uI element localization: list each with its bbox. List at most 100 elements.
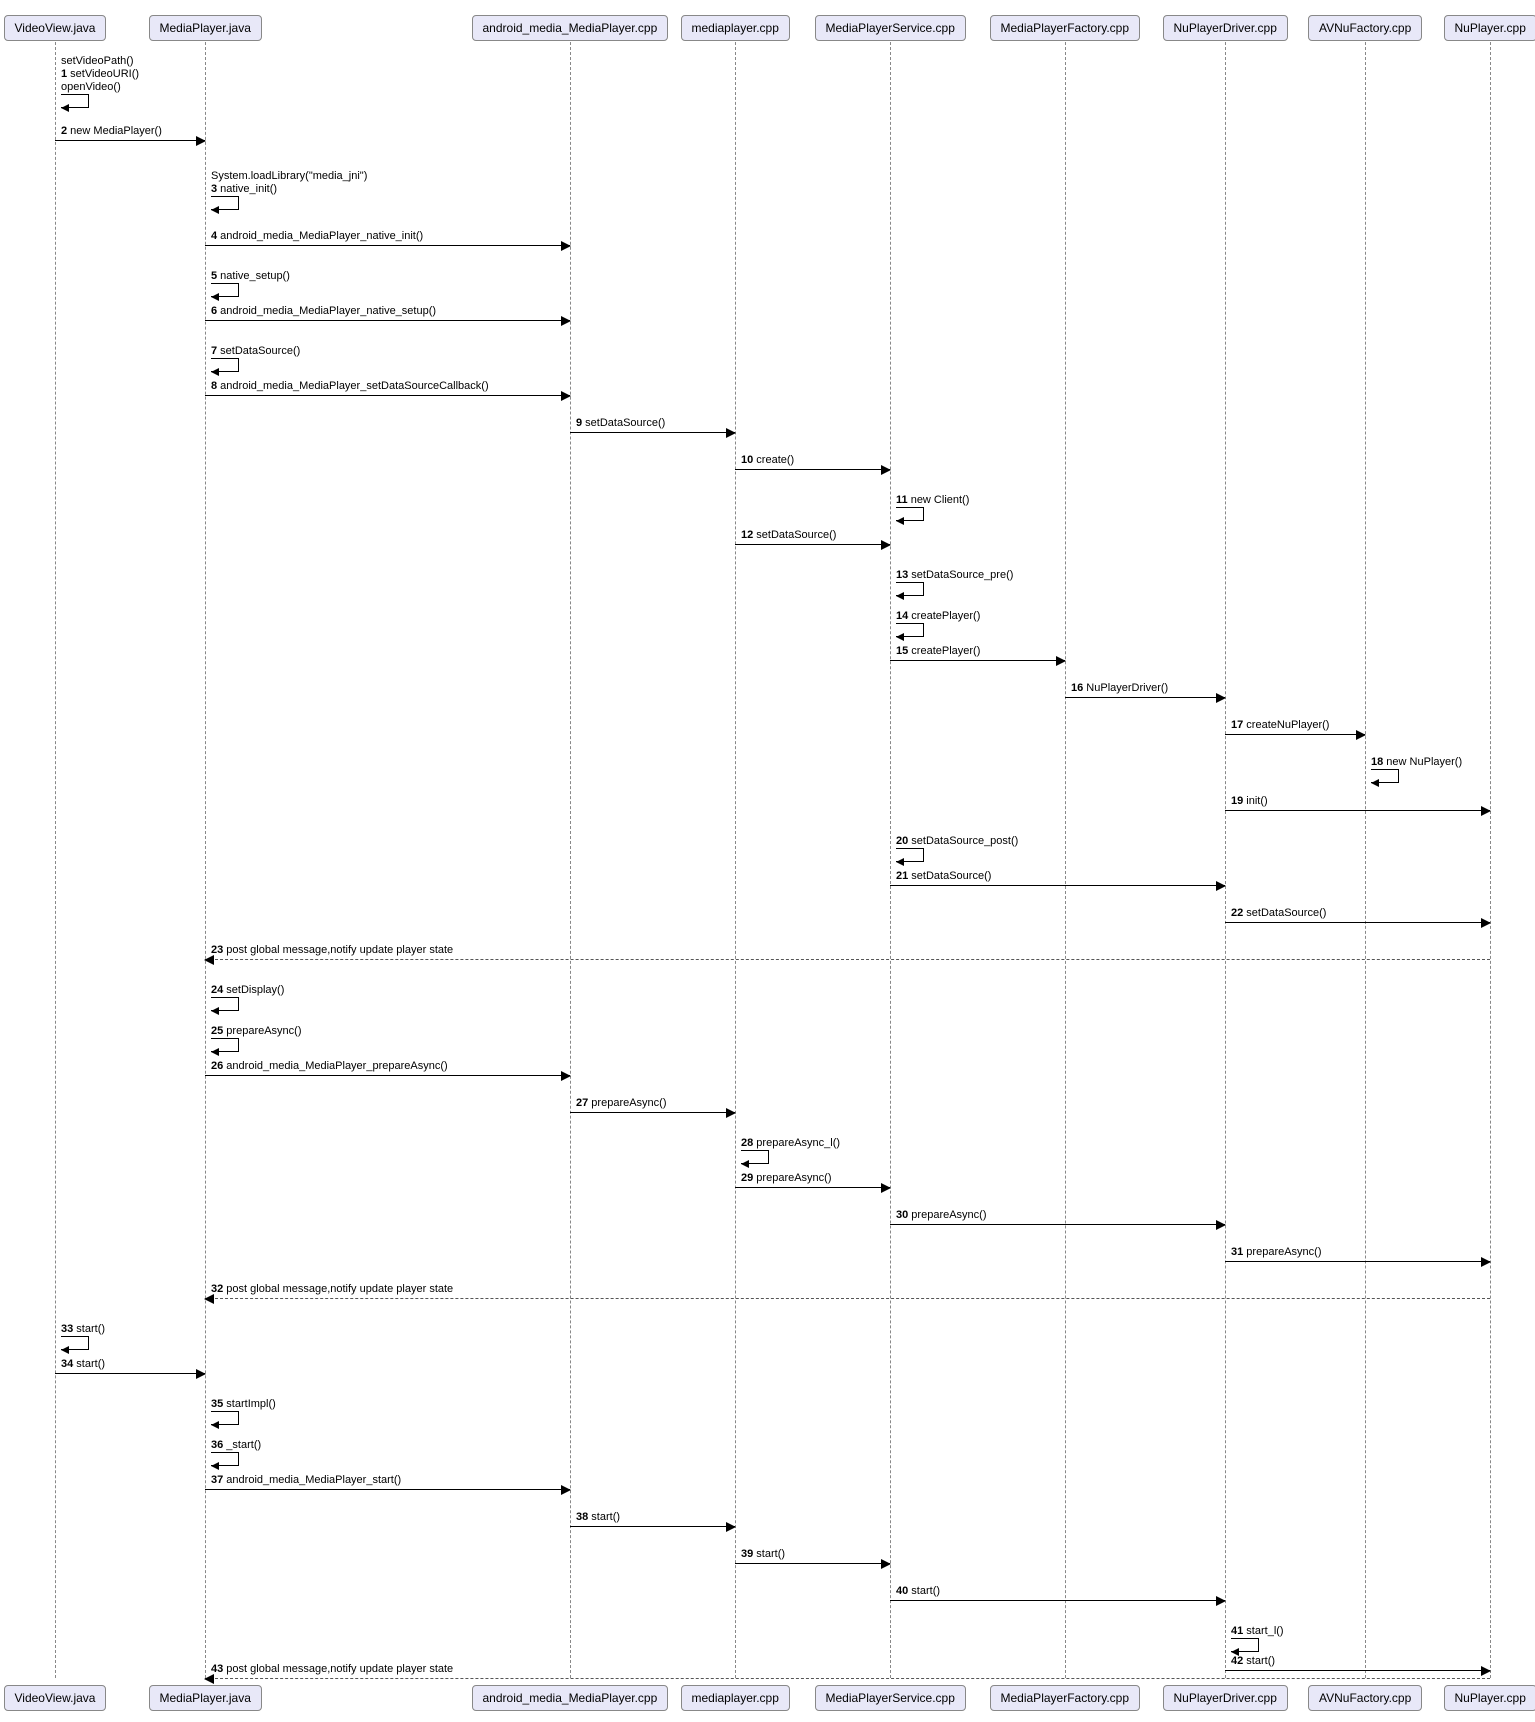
message-label: 38 start() (576, 1511, 620, 1523)
self-message: 24 setDisplay() (211, 984, 284, 1011)
message-label: 12 setDataSource() (741, 529, 836, 541)
arrow-line (205, 1678, 1490, 1679)
arrow-line (890, 885, 1225, 886)
lifeline (570, 42, 571, 1678)
message-label: 41 start_l() (1231, 1625, 1284, 1637)
arrow-head-icon (726, 428, 736, 438)
self-message: 5 native_setup() (211, 270, 290, 297)
lifeline (735, 42, 736, 1678)
sequence-diagram: VideoView.javaVideoView.javaMediaPlayer.… (0, 0, 1535, 1722)
message-label: 7 setDataSource() (211, 345, 300, 357)
message-label: 15 createPlayer() (896, 645, 980, 657)
message-label: 4 android_media_MediaPlayer_native_init(… (211, 230, 423, 242)
lifeline (890, 42, 891, 1678)
arrow-line (205, 395, 570, 396)
lifeline (1225, 42, 1226, 1678)
self-message: 28 prepareAsync_l() (741, 1137, 840, 1164)
message-label: 3 native_init() (211, 183, 367, 195)
self-arrow (1371, 769, 1399, 783)
self-message: 13 setDataSource_pre() (896, 569, 1013, 596)
message-label: setVideoPath() (61, 55, 139, 67)
message-label: 8 android_media_MediaPlayer_setDataSourc… (211, 380, 489, 392)
arrow-line (890, 660, 1065, 661)
message-label: 6 android_media_MediaPlayer_native_setup… (211, 305, 436, 317)
arrow-head-icon (561, 1485, 571, 1495)
arrow-head-icon (1481, 1257, 1491, 1267)
participant-box: MediaPlayer.java (149, 1685, 262, 1711)
message-label: 23 post global message,notify update pla… (211, 944, 453, 956)
self-arrow (896, 848, 924, 862)
arrow-head-icon (881, 540, 891, 550)
arrow-head-icon (1216, 881, 1226, 891)
self-message: 35 startImpl() (211, 1398, 276, 1425)
message-label: 32 post global message,notify update pla… (211, 1283, 453, 1295)
arrow-head-icon (1216, 693, 1226, 703)
arrow-head-icon (1481, 1666, 1491, 1676)
self-arrow (741, 1150, 769, 1164)
arrow-line (735, 469, 890, 470)
self-arrow (211, 196, 239, 210)
arrow-line (570, 1526, 735, 1527)
message-label: 36 _start() (211, 1439, 261, 1451)
self-message: 14 createPlayer() (896, 610, 980, 637)
message-label: 9 setDataSource() (576, 417, 665, 429)
lifeline (205, 42, 206, 1678)
arrow-line (890, 1224, 1225, 1225)
message-label: 10 create() (741, 454, 794, 466)
arrow-head-icon (1056, 656, 1066, 666)
arrow-head-icon (881, 1559, 891, 1569)
participant-box: android_media_MediaPlayer.cpp (472, 1685, 669, 1711)
arrow-head-icon (561, 1071, 571, 1081)
arrow-head-icon (204, 1674, 214, 1684)
self-arrow (896, 507, 924, 521)
lifeline (1490, 42, 1491, 1678)
arrow-line (55, 140, 205, 141)
arrow-line (1225, 1261, 1490, 1262)
arrow-head-icon (1356, 730, 1366, 740)
self-message: System.loadLibrary("media_jni")3 native_… (211, 170, 367, 210)
message-label: 22 setDataSource() (1231, 907, 1326, 919)
arrow-head-icon (1216, 1596, 1226, 1606)
arrow-line (55, 1373, 205, 1374)
arrow-line (890, 1600, 1225, 1601)
message-label: 39 start() (741, 1548, 785, 1560)
self-arrow (61, 1336, 89, 1350)
arrow-line (570, 1112, 735, 1113)
self-message: 20 setDataSource_post() (896, 835, 1018, 862)
arrow-line (735, 544, 890, 545)
self-message: 7 setDataSource() (211, 345, 300, 372)
participant-box: NuPlayerDriver.cpp (1163, 1685, 1288, 1711)
message-label: 43 post global message,notify update pla… (211, 1663, 453, 1675)
lifeline (1065, 42, 1066, 1678)
message-label: 5 native_setup() (211, 270, 290, 282)
arrow-head-icon (561, 391, 571, 401)
message-label: 30 prepareAsync() (896, 1209, 987, 1221)
participant-box: NuPlayer.cpp (1444, 1685, 1535, 1711)
message-label: 13 setDataSource_pre() (896, 569, 1013, 581)
message-label: 16 NuPlayerDriver() (1071, 682, 1168, 694)
message-label: 18 new NuPlayer() (1371, 756, 1462, 768)
participant-box: MediaPlayerService.cpp (815, 15, 966, 41)
arrow-head-icon (1481, 806, 1491, 816)
message-label: 14 createPlayer() (896, 610, 980, 622)
self-arrow (896, 623, 924, 637)
message-label: 20 setDataSource_post() (896, 835, 1018, 847)
message-label: 29 prepareAsync() (741, 1172, 832, 1184)
lifeline (1365, 42, 1366, 1678)
participant-box: NuPlayer.cpp (1444, 15, 1535, 41)
self-arrow (211, 997, 239, 1011)
arrow-head-icon (196, 136, 206, 146)
participant-box: android_media_MediaPlayer.cpp (472, 15, 669, 41)
arrow-head-icon (204, 955, 214, 965)
arrow-line (735, 1563, 890, 1564)
participant-box: AVNuFactory.cpp (1308, 15, 1422, 41)
arrow-head-icon (881, 1183, 891, 1193)
arrow-head-icon (196, 1369, 206, 1379)
self-arrow (896, 582, 924, 596)
arrow-line (1065, 697, 1225, 698)
message-label: 19 init() (1231, 795, 1268, 807)
self-message: 33 start() (61, 1323, 105, 1350)
self-message: setVideoPath()1 setVideoURI()openVideo() (61, 55, 139, 108)
self-arrow (1231, 1638, 1259, 1652)
self-message: 41 start_l() (1231, 1625, 1284, 1652)
